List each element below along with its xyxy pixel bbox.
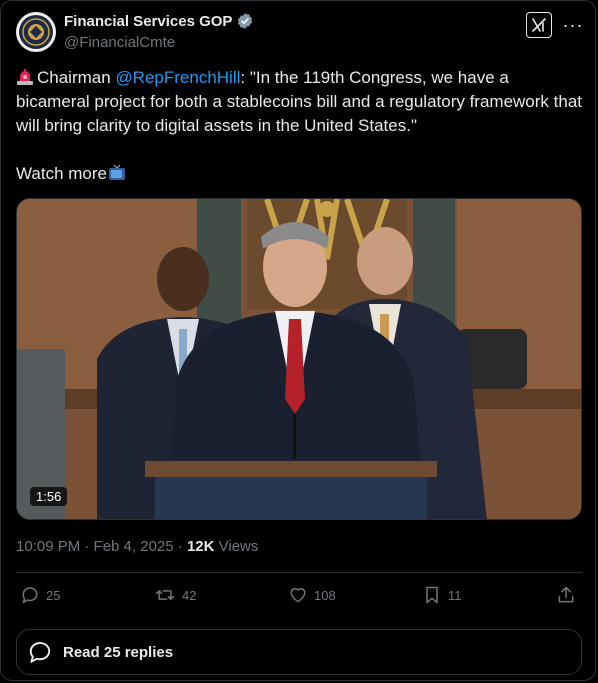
bookmark-icon [426,586,438,604]
retweet-icon [155,590,175,600]
read-replies-button[interactable]: Read 25 replies [16,629,582,675]
like-button[interactable]: 108 [288,585,336,605]
views-count: 12K [186,538,215,555]
timestamp[interactable]: 10:09 PM · Feb 4, 2025 · [16,538,187,555]
bookmark-button[interactable]: 11 [422,585,462,605]
like-count: 108 [314,587,336,603]
reply-count: 25 [46,587,61,603]
tweet-prefix: Chairman [37,68,116,87]
author-handle[interactable]: @FinancialCmte [64,34,175,51]
author-avatar[interactable] [16,12,56,52]
tweet-text: Chairman @RepFrenchHill: "In the 119th C… [16,66,582,138]
watch-more-line: Watch more [16,162,126,186]
siren-emoji-icon [16,68,34,86]
share-button[interactable] [556,585,576,605]
verified-badge-icon [238,13,253,29]
retweet-count: 42 [182,587,197,603]
bookmark-count: 11 [448,587,462,603]
watch-more-text: Watch more [16,164,108,183]
retweet-button[interactable]: 42 [154,585,196,605]
video-player[interactable] [16,198,582,520]
heart-icon [290,588,306,603]
tv-emoji-icon [108,164,126,182]
action-bar: 25 42 108 11 [16,585,582,611]
views-label: Views [214,538,259,555]
more-options-icon[interactable]: ··· [562,12,584,38]
x-grok-icon[interactable] [526,12,552,38]
video-thumbnail [17,199,581,519]
read-replies-label: Read 25 replies [63,643,174,661]
reply-bubble-icon [29,642,51,663]
seal-icon [19,15,53,49]
share-icon [558,586,574,603]
mention-link[interactable]: @RepFrenchHill [115,68,240,87]
tweet-meta: 10:09 PM · Feb 4, 2025 · 12K Views [16,538,258,555]
reply-button[interactable]: 25 [20,585,60,605]
author-name[interactable]: Financial Services GOP [64,13,232,30]
divider-top [16,572,582,573]
x-logo-icon [532,18,546,32]
reply-icon [22,587,38,604]
video-duration: 1:56 [30,487,68,506]
